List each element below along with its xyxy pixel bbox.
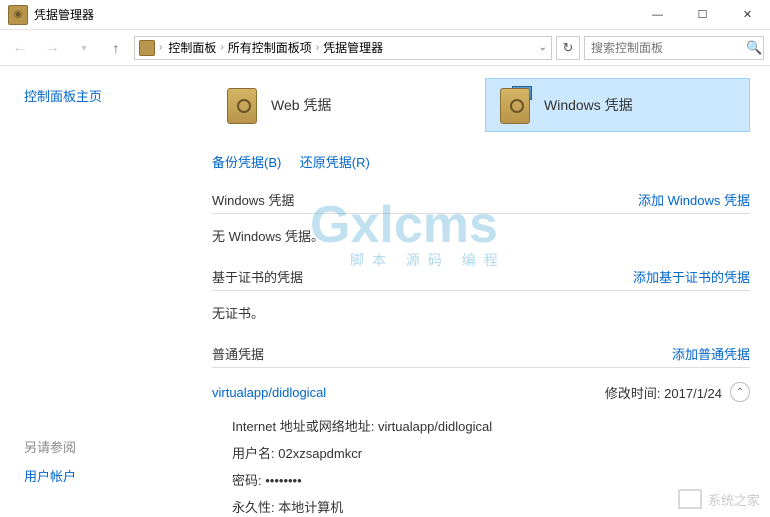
- breadcrumb: 控制面板 › 所有控制面板项 › 凭据管理器: [166, 39, 385, 56]
- add-cert-credential-link[interactable]: 添加基于证书的凭据: [633, 267, 750, 286]
- add-generic-credential-link[interactable]: 添加普通凭据: [672, 344, 750, 363]
- credential-tabs: Web 凭据 Windows 凭据: [212, 78, 750, 132]
- credential-password-row: 密码: ••••••••: [232, 466, 750, 493]
- breadcrumb-item[interactable]: 凭据管理器: [321, 39, 385, 56]
- tab-windows-credentials[interactable]: Windows 凭据: [485, 78, 750, 132]
- search-icon[interactable]: 🔍: [746, 40, 762, 56]
- credential-name[interactable]: virtualapp/didlogical: [212, 385, 605, 400]
- section-title: 基于证书的凭据: [212, 267, 633, 286]
- add-windows-credential-link[interactable]: 添加 Windows 凭据: [638, 190, 750, 209]
- tab-web-credentials[interactable]: Web 凭据: [212, 78, 477, 132]
- sidebar: 控制面板主页 另请参阅 用户帐户: [0, 66, 200, 517]
- credential-item: virtualapp/didlogical 修改时间: 2017/1/24 ⌃ …: [212, 376, 750, 517]
- up-button[interactable]: ↑: [102, 34, 130, 62]
- close-button[interactable]: ✕: [725, 0, 770, 30]
- addressbar-icon: [139, 40, 155, 56]
- section-cert-credentials: 基于证书的凭据 添加基于证书的凭据 无证书。: [212, 267, 750, 326]
- credential-persist-row: 永久性: 本地计算机: [232, 493, 750, 517]
- sidebar-see-also-label: 另请参阅: [24, 437, 76, 456]
- searchbox[interactable]: 🔍: [584, 36, 764, 60]
- tab-label: Web 凭据: [271, 95, 331, 115]
- section-windows-credentials: Windows 凭据 添加 Windows 凭据 无 Windows 凭据。: [212, 190, 750, 249]
- section-empty-text: 无证书。: [212, 299, 750, 326]
- sidebar-user-accounts-link[interactable]: 用户帐户: [24, 466, 76, 485]
- main-panel: Web 凭据 Windows 凭据 备份凭据(B) 还原凭据(R) Window…: [200, 66, 770, 517]
- web-credentials-icon: [223, 86, 261, 124]
- breadcrumb-item[interactable]: 控制面板: [166, 39, 218, 56]
- navbar: ← → ▼ ↑ › 控制面板 › 所有控制面板项 › 凭据管理器 ⌄ ↻ 🔍: [0, 30, 770, 66]
- back-button[interactable]: ←: [6, 34, 34, 62]
- credential-header[interactable]: virtualapp/didlogical 修改时间: 2017/1/24 ⌃: [212, 376, 750, 408]
- collapse-icon[interactable]: ⌃: [730, 382, 750, 402]
- search-input[interactable]: [591, 41, 746, 55]
- refresh-button[interactable]: ↻: [556, 36, 580, 60]
- windows-credentials-icon: [496, 86, 534, 124]
- credential-address-row: Internet 地址或网络地址: virtualapp/didlogical: [232, 412, 750, 439]
- credential-details: Internet 地址或网络地址: virtualapp/didlogical …: [212, 408, 750, 517]
- content: 控制面板主页 另请参阅 用户帐户 Web 凭据 Windows 凭据 备份凭据(…: [0, 66, 770, 517]
- addressbar-dropdown-icon[interactable]: ⌄: [539, 42, 547, 53]
- forward-button[interactable]: →: [38, 34, 66, 62]
- backup-link[interactable]: 备份凭据(B): [212, 155, 281, 170]
- tab-label: Windows 凭据: [544, 95, 633, 115]
- minimize-button[interactable]: —: [635, 0, 680, 30]
- credential-user-row: 用户名: 02xzsapdmkcr: [232, 439, 750, 466]
- section-generic-credentials: 普通凭据 添加普通凭据 virtualapp/didlogical 修改时间: …: [212, 344, 750, 517]
- section-empty-text: 无 Windows 凭据。: [212, 222, 750, 249]
- sidebar-home-link[interactable]: 控制面板主页: [24, 86, 200, 105]
- restore-link[interactable]: 还原凭据(R): [300, 155, 370, 170]
- backup-restore-row: 备份凭据(B) 还原凭据(R): [212, 152, 750, 172]
- chevron-right-icon: ›: [220, 42, 223, 53]
- recent-dropdown[interactable]: ▼: [70, 34, 98, 62]
- window-controls: — ☐ ✕: [635, 0, 770, 30]
- section-title: Windows 凭据: [212, 190, 638, 209]
- maximize-button[interactable]: ☐: [680, 0, 725, 30]
- credential-modified: 修改时间: 2017/1/24: [605, 383, 722, 402]
- window-title: 凭据管理器: [34, 6, 635, 23]
- titlebar: 凭据管理器 — ☐ ✕: [0, 0, 770, 30]
- app-icon: [8, 5, 28, 25]
- section-title: 普通凭据: [212, 344, 672, 363]
- chevron-right-icon: ›: [159, 42, 162, 53]
- chevron-right-icon: ›: [316, 42, 319, 53]
- addressbar[interactable]: › 控制面板 › 所有控制面板项 › 凭据管理器 ⌄: [134, 36, 552, 60]
- breadcrumb-item[interactable]: 所有控制面板项: [226, 39, 314, 56]
